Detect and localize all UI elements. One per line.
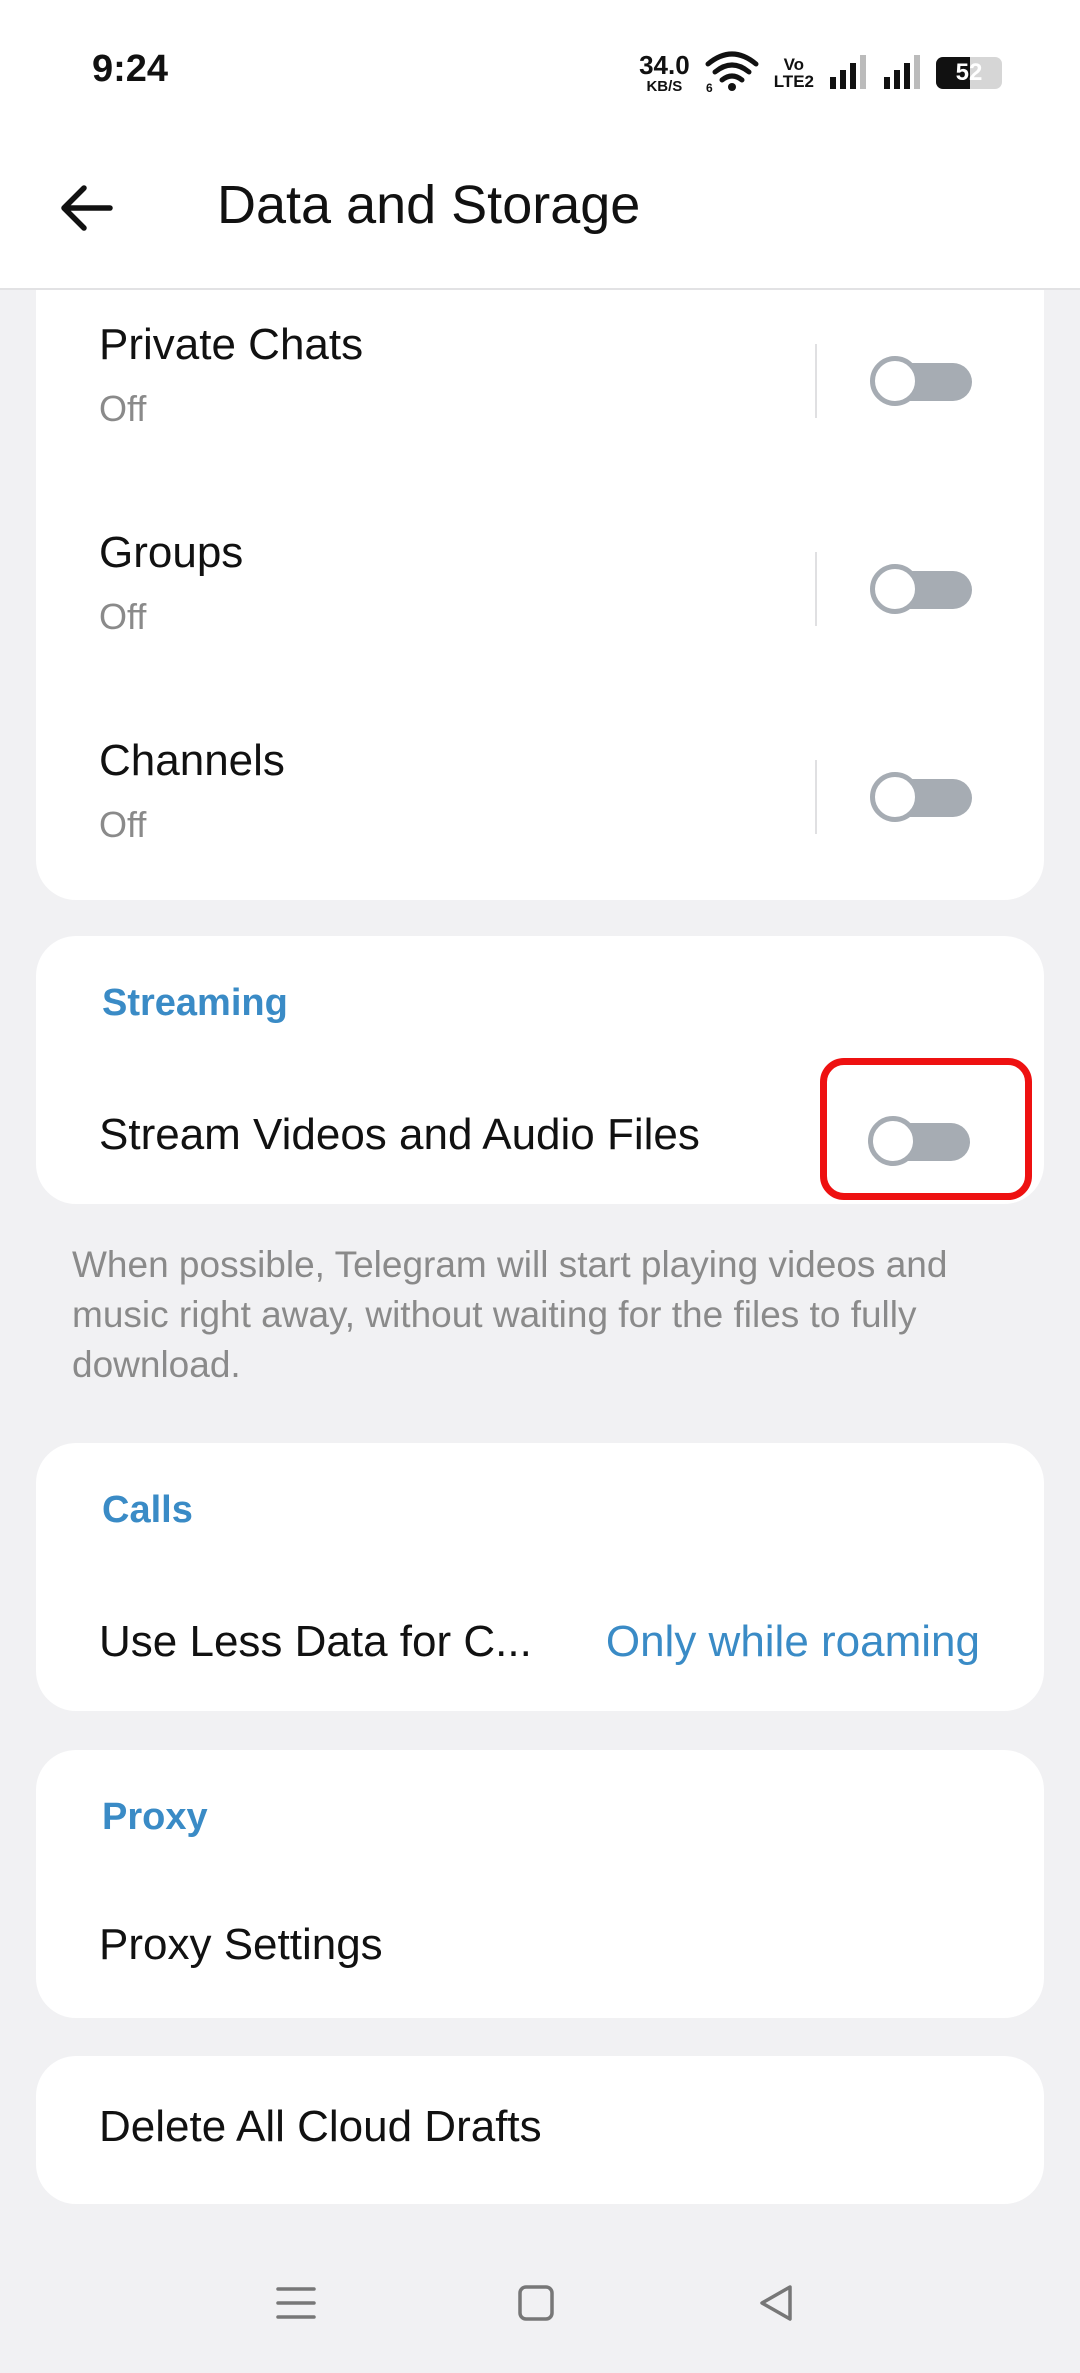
status-icons: 34.0 KB/S 6 Vo LTE2 52 xyxy=(639,48,1002,98)
section-header-calls: Calls xyxy=(102,1489,193,1531)
row-subtitle: Off xyxy=(99,596,147,637)
row-use-less-data[interactable]: Use Less Data for C... Only while roamin… xyxy=(36,1583,1044,1711)
network-speed: 34.0 KB/S xyxy=(639,52,690,94)
channels-toggle[interactable] xyxy=(870,772,972,822)
wifi-icon: 6 xyxy=(704,50,760,97)
row-delete-drafts[interactable]: Delete All Cloud Drafts xyxy=(36,2056,1044,2204)
row-title: Private Chats xyxy=(99,320,364,369)
battery-icon: 52 xyxy=(936,57,1002,89)
divider xyxy=(815,344,817,418)
highlight-annotation xyxy=(820,1058,1032,1200)
row-title: Delete All Cloud Drafts xyxy=(99,2102,542,2151)
streaming-info-text: When possible, Telegram will start playi… xyxy=(72,1244,948,1385)
row-title: Use Less Data for C... xyxy=(99,1617,532,1666)
status-time: 9:24 xyxy=(92,48,169,90)
page-title: Data and Storage xyxy=(217,175,641,235)
volte-top: Vo xyxy=(783,55,805,74)
home-button[interactable] xyxy=(501,2270,571,2340)
signal-icon xyxy=(828,53,868,94)
proxy-card: Proxy Proxy Settings xyxy=(36,1750,1044,2018)
private-chats-toggle[interactable] xyxy=(870,356,972,406)
toggle-knob xyxy=(870,356,920,406)
section-header-streaming: Streaming xyxy=(102,982,288,1024)
auto-download-card: Private Chats Off Groups Off Channels Of… xyxy=(36,290,1044,900)
back-button[interactable] xyxy=(50,174,122,246)
calls-card: Calls Use Less Data for C... Only while … xyxy=(36,1443,1044,1711)
network-speed-value: 34.0 xyxy=(639,50,690,80)
menu-button[interactable] xyxy=(261,2270,331,2340)
groups-toggle[interactable] xyxy=(870,564,972,614)
back-triangle-icon xyxy=(756,2283,796,2328)
battery-level: 52 xyxy=(955,59,983,86)
row-title: Groups xyxy=(99,528,244,577)
nav-back-button[interactable] xyxy=(741,2270,811,2340)
svg-text:6: 6 xyxy=(706,81,713,92)
row-title: Channels xyxy=(99,736,285,785)
status-bar: 9:24 34.0 KB/S 6 Vo LTE2 52 xyxy=(0,0,1080,140)
signal-icon-2 xyxy=(882,53,922,94)
divider xyxy=(815,552,817,626)
network-speed-unit: KB/S xyxy=(646,78,683,95)
divider xyxy=(815,760,817,834)
row-title: Proxy Settings xyxy=(99,1920,383,1969)
volte-bottom: LTE2 xyxy=(773,72,814,91)
toggle-knob xyxy=(870,772,920,822)
app-header: Data and Storage xyxy=(0,140,1080,290)
row-groups[interactable]: Groups Off xyxy=(36,498,1044,698)
section-header-proxy: Proxy xyxy=(102,1796,208,1838)
menu-icon xyxy=(274,2283,318,2328)
navigation-bar xyxy=(0,2250,1080,2373)
arrow-left-icon xyxy=(58,184,114,237)
row-proxy-settings[interactable]: Proxy Settings xyxy=(36,1890,1044,2018)
row-title: Stream Videos and Audio Files xyxy=(99,1110,700,1159)
drafts-card: Delete All Cloud Drafts xyxy=(36,2056,1044,2204)
home-square-icon xyxy=(516,2283,556,2328)
row-channels[interactable]: Channels Off xyxy=(36,706,1044,906)
row-subtitle: Off xyxy=(99,804,147,845)
row-subtitle: Off xyxy=(99,388,147,429)
row-private-chats[interactable]: Private Chats Off xyxy=(36,290,1044,490)
volte-indicator: Vo LTE2 xyxy=(774,56,814,90)
toggle-knob xyxy=(870,564,920,614)
row-value: Only while roaming xyxy=(605,1617,980,1666)
